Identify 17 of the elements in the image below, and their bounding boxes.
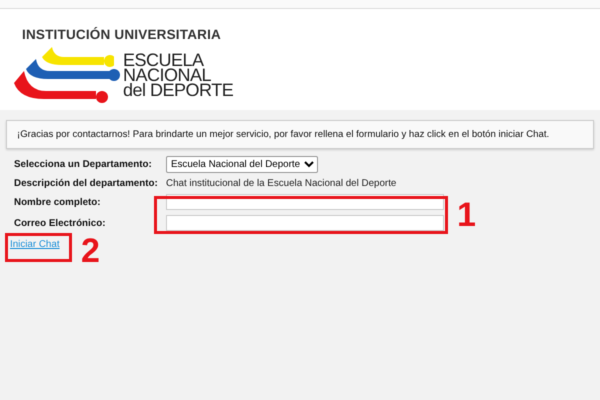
logo-text: del DEPORTE [123, 82, 234, 98]
field-label: Correo Electrónico: [14, 218, 106, 228]
department-select[interactable]: Escuela Nacional del Deporte [166, 156, 318, 173]
field-label: Nombre completo: [14, 196, 101, 208]
highlight-frame [5, 233, 72, 262]
field-label: Descripción del departamento: [14, 178, 158, 189]
logo-tagline: INSTITUCIÓN UNIVERSITARIA [22, 27, 222, 42]
annotation-number: 2 [81, 234, 100, 268]
message-text: ¡Gracias por contactarnos! Para brindarte un mejor servicio, por favor rellena el formulario y haz click en el botón iniciar Chat. [17, 129, 550, 140]
dot-icon [108, 69, 120, 81]
logo-text: ESCUELA [123, 52, 204, 68]
annotation-number: 1 [457, 198, 476, 232]
stripes-logo-icon [14, 45, 114, 105]
field-label: Selecciona un Departamento: [14, 159, 152, 170]
input-field[interactable] [166, 215, 444, 231]
description-text: Chat institucional de la Escuela Nacional del Deporte [166, 178, 398, 189]
logo-text: NACIONAL [123, 68, 212, 82]
